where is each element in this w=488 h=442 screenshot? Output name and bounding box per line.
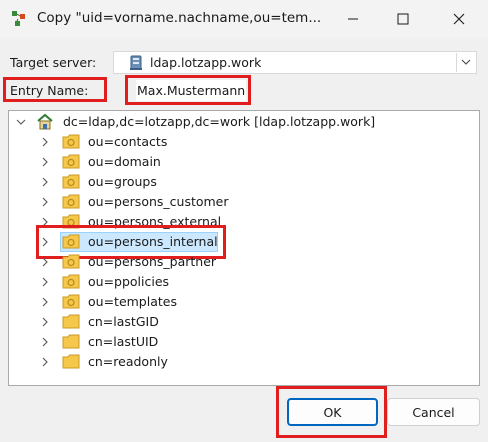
- tree-node-label: ou=ppolicies: [88, 274, 170, 289]
- chevron-right-icon[interactable]: [40, 197, 50, 207]
- tree-node-label: ou=persons_customer: [88, 194, 229, 209]
- chevron-right-icon[interactable]: [40, 257, 50, 267]
- tree-root-label: dc=ldap,dc=lotzapp,dc=work [ldap.lotzapp…: [63, 114, 376, 129]
- chevron-right-icon[interactable]: [40, 337, 50, 347]
- tree-node-label: cn=lastUID: [88, 334, 159, 349]
- maximize-icon: [397, 13, 409, 25]
- chevron-right-icon[interactable]: [40, 277, 50, 287]
- combo-divider: [456, 53, 457, 72]
- tree-node-lastuid[interactable]: cn=lastUID: [40, 332, 220, 352]
- folder-ou-icon: [62, 174, 80, 189]
- minimize-button[interactable]: [330, 0, 376, 38]
- entry-name-input[interactable]: [136, 80, 246, 101]
- folder-icon: [62, 314, 80, 329]
- folder-icon: [62, 354, 80, 369]
- target-server-select[interactable]: ldap.lotzapp.work: [113, 51, 477, 74]
- cancel-button[interactable]: Cancel: [387, 398, 480, 426]
- folder-icon: [62, 334, 80, 349]
- close-button[interactable]: [436, 0, 482, 38]
- tree-node-domain[interactable]: ou=domain: [40, 152, 220, 172]
- tree-node-groups[interactable]: ou=groups: [40, 172, 220, 192]
- tree-node-label: cn=lastGID: [88, 314, 159, 329]
- folder-ou-icon: [62, 294, 80, 309]
- chevron-down-icon[interactable]: [460, 56, 472, 68]
- chevron-right-icon[interactable]: [40, 297, 50, 307]
- ok-button[interactable]: OK: [287, 398, 378, 426]
- tree-node-lastgid[interactable]: cn=lastGID: [40, 312, 220, 332]
- tree-node-label: ou=groups: [88, 174, 157, 189]
- close-icon: [453, 13, 465, 25]
- target-server-value: ldap.lotzapp.work: [150, 55, 262, 70]
- chevron-right-icon[interactable]: [40, 137, 50, 147]
- maximize-button[interactable]: [380, 0, 426, 38]
- tree-root-node[interactable]: dc=ldap,dc=lotzapp,dc=work [ldap.lotzapp…: [16, 112, 376, 132]
- minimize-icon: [348, 18, 358, 20]
- folder-ou-icon: [62, 274, 80, 289]
- window-title: Copy "uid=vorname.nachname,ou=tem...: [37, 10, 322, 26]
- tree-node-contacts[interactable]: ou=contacts: [40, 132, 220, 152]
- target-server-label: Target server:: [10, 55, 97, 70]
- tree-node-label: cn=readonly: [88, 354, 168, 369]
- tree-node-label: ou=contacts: [88, 134, 168, 149]
- chevron-right-icon[interactable]: [40, 317, 50, 327]
- entry-name-label: Entry Name:: [10, 83, 89, 98]
- copy-entry-dialog: Copy "uid=vorname.nachname,ou=tem... Tar…: [0, 0, 488, 442]
- tree-node-templates[interactable]: ou=templates: [40, 292, 220, 312]
- chevron-right-icon[interactable]: [40, 357, 50, 367]
- title-bar[interactable]: Copy "uid=vorname.nachname,ou=tem...: [0, 0, 488, 38]
- home-server-icon: [37, 113, 53, 130]
- chevron-down-icon[interactable]: [16, 117, 26, 127]
- tree-node-label: ou=templates: [88, 294, 177, 309]
- chevron-right-icon[interactable]: [40, 157, 50, 167]
- tree-node-persons-partner[interactable]: ou=persons_partner: [40, 252, 240, 272]
- copy-entry-icon: [12, 11, 25, 26]
- folder-ou-icon: [62, 254, 80, 269]
- tree-node-label: ou=persons_partner: [88, 254, 217, 269]
- tree-node-readonly[interactable]: cn=readonly: [40, 352, 220, 372]
- chevron-right-icon[interactable]: [40, 177, 50, 187]
- tree-node-ppolicies[interactable]: ou=ppolicies: [40, 272, 220, 292]
- folder-ou-icon: [62, 194, 80, 209]
- tree-node-label: ou=domain: [88, 154, 161, 169]
- folder-ou-icon: [62, 154, 80, 169]
- server-icon: [130, 55, 142, 70]
- folder-ou-icon: [62, 134, 80, 149]
- tree-node-persons-customer[interactable]: ou=persons_customer: [40, 192, 240, 212]
